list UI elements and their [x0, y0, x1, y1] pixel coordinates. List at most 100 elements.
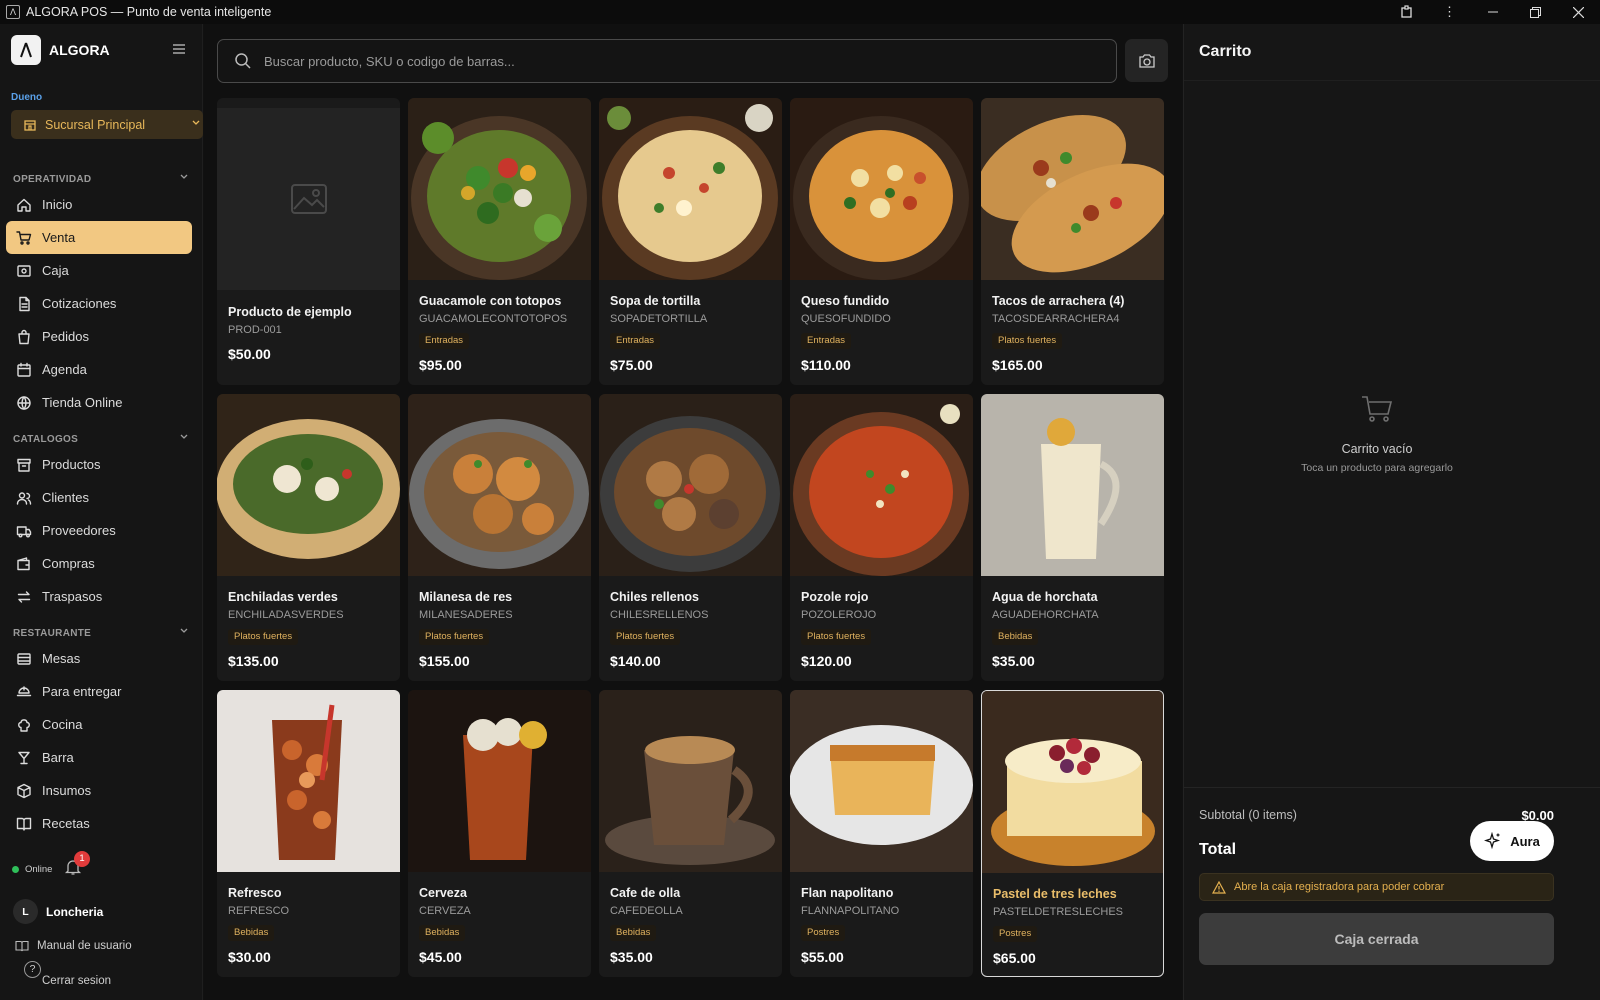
- category-badge: Bebidas: [228, 925, 275, 941]
- sidebar-item-caja[interactable]: Caja: [6, 254, 192, 287]
- product-price: $50.00: [228, 346, 271, 362]
- box-icon: [17, 783, 31, 798]
- sidebar-item-label: Clientes: [42, 490, 89, 505]
- product-price: $75.00: [610, 357, 653, 373]
- product-price: $95.00: [419, 357, 462, 373]
- camera-scan-button[interactable]: [1125, 39, 1168, 82]
- sidebar-item-label: Para entregar: [42, 684, 122, 699]
- product-card[interactable]: Cerveza CERVEZA Bebidas $45.00: [408, 690, 591, 977]
- sidebar-item-tienda-online[interactable]: Tienda Online: [6, 386, 192, 419]
- sidebar-item-inicio[interactable]: Inicio: [6, 188, 192, 221]
- sidebar-item-proveedores[interactable]: Proveedores: [6, 514, 192, 547]
- product-card[interactable]: Sopa de tortilla SOPADETORTILLA Entradas $7…: [599, 98, 782, 385]
- section-catalogos[interactable]: CATALOGOS: [13, 434, 189, 445]
- aura-assistant-button[interactable]: Aura: [1470, 821, 1554, 861]
- sidebar-item-agenda[interactable]: Agenda: [6, 353, 192, 386]
- more-options-icon[interactable]: ⋮: [1428, 0, 1471, 24]
- warning-icon: [1212, 880, 1226, 894]
- product-image: [599, 394, 782, 576]
- product-name: Chiles rellenos: [610, 590, 699, 604]
- product-sku: REFRESCO: [228, 905, 290, 917]
- product-image: [790, 690, 973, 872]
- sidebar-item-insumos[interactable]: Insumos: [6, 774, 192, 807]
- table-icon: [17, 652, 31, 665]
- sidebar-item-label: Productos: [42, 457, 101, 472]
- product-card[interactable]: Pastel de tres leches PASTELDETRESLECHES P…: [981, 690, 1164, 977]
- product-price: $155.00: [419, 653, 470, 669]
- sidebar-item-cocina[interactable]: Cocina: [6, 708, 192, 741]
- product-card[interactable]: Enchiladas verdes ENCHILADASVERDES Platos …: [217, 394, 400, 681]
- product-image: [981, 98, 1164, 280]
- chef-hat-icon: [18, 718, 30, 732]
- product-card[interactable]: Flan napolitano FLANNAPOLITANO Postres $55.…: [790, 690, 973, 977]
- brand[interactable]: ALGORA: [11, 35, 110, 65]
- minimize-button[interactable]: [1471, 0, 1514, 24]
- product-image: [217, 690, 400, 872]
- product-card[interactable]: Tacos de arrachera (4) TACOSDEARRACHERA4 P…: [981, 98, 1164, 385]
- sidebar-item-para-entregar[interactable]: Para entregar: [6, 675, 192, 708]
- sidebar-item-barra[interactable]: Barra: [6, 741, 192, 774]
- category-badge: Platos fuertes: [992, 333, 1063, 349]
- book-icon: [15, 940, 29, 952]
- search-input[interactable]: [264, 53, 1084, 69]
- branch-selector[interactable]: Sucursal Principal: [11, 110, 203, 139]
- cart-icon: [16, 230, 32, 245]
- document-icon: [19, 296, 30, 311]
- sidebar-item-label: Proveedores: [42, 523, 116, 538]
- sidebar-item-pedidos[interactable]: Pedidos: [6, 320, 192, 353]
- product-card[interactable]: Milanesa de res MILANESADERES Platos fuert…: [408, 394, 591, 681]
- product-sku: FLANNAPOLITANO: [801, 905, 900, 917]
- camera-icon: [1138, 53, 1155, 68]
- online-dot: [12, 866, 19, 873]
- sidebar-item-venta[interactable]: Venta: [6, 221, 192, 254]
- section-operatividad[interactable]: OPERATIVIDAD: [13, 174, 189, 185]
- product-name: Guacamole con totopos: [419, 294, 562, 308]
- sidebar-item-label: Barra: [42, 750, 74, 765]
- user-profile[interactable]: L Loncheria: [13, 899, 103, 924]
- product-card[interactable]: Queso fundido QUESOFUNDIDO Entradas $110.00: [790, 98, 973, 385]
- sidebar-item-cotizaciones[interactable]: Cotizaciones: [6, 287, 192, 320]
- sidebar-item-mesas[interactable]: Mesas: [6, 642, 192, 675]
- sidebar-item-traspasos[interactable]: Traspasos: [6, 580, 192, 613]
- product-card[interactable]: Agua de horchata AGUADEHORCHATA Bebidas $35…: [981, 394, 1164, 681]
- cart-divider: [1184, 80, 1600, 81]
- product-card[interactable]: Chiles rellenos CHILESRELLENOS Platos fuer…: [599, 394, 782, 681]
- subtotal-label: Subtotal (0 items): [1199, 808, 1297, 822]
- category-badge: Postres: [993, 926, 1038, 942]
- book-icon: [16, 817, 32, 831]
- product-card[interactable]: Refresco REFRESCO Bebidas $30.00: [217, 690, 400, 977]
- product-image: [981, 394, 1164, 576]
- sidebar-item-recetas[interactable]: Recetas: [6, 807, 192, 840]
- menu-toggle-icon[interactable]: [172, 42, 194, 60]
- sidebar-item-clientes[interactable]: Clientes: [6, 481, 192, 514]
- chevron-down-icon: [180, 628, 188, 633]
- category-badge: Postres: [801, 925, 846, 941]
- product-price: $165.00: [992, 357, 1043, 373]
- connection-status: Online: [12, 864, 52, 875]
- sidebar-item-compras[interactable]: Compras: [6, 547, 192, 580]
- restore-button[interactable]: [1514, 0, 1557, 24]
- close-button[interactable]: [1557, 0, 1600, 24]
- product-card[interactable]: Cafe de olla CAFEDEOLLA Bebidas $35.00: [599, 690, 782, 977]
- sidebar-item-label: Tienda Online: [42, 395, 123, 410]
- logout-link[interactable]: Cerrar sesion: [42, 975, 111, 987]
- product-card[interactable]: Producto de ejemplo PROD-001 $50.00: [217, 98, 400, 385]
- section-restaurante[interactable]: RESTAURANTE: [13, 628, 189, 639]
- user-manual-link[interactable]: Manual de usuario: [15, 940, 132, 952]
- product-name: Cerveza: [419, 886, 467, 900]
- product-sku: PASTELDETRESLECHES: [993, 906, 1124, 918]
- sidebar-item-label: Caja: [42, 263, 69, 278]
- product-image: [599, 98, 782, 280]
- help-icon[interactable]: ?: [24, 961, 41, 978]
- pay-button[interactable]: Caja cerrada: [1199, 913, 1554, 965]
- product-price: $120.00: [801, 653, 852, 669]
- sidebar-item-productos[interactable]: Productos: [6, 448, 192, 481]
- product-card[interactable]: Guacamole con totopos GUACAMOLECONTOTOPOS…: [408, 98, 591, 385]
- product-name: Producto de ejemplo: [228, 305, 352, 319]
- globe-icon: [17, 395, 31, 410]
- extensions-icon[interactable]: [1385, 0, 1428, 24]
- empty-cart-icon: [1362, 396, 1393, 422]
- product-image: [408, 98, 591, 280]
- search-bar[interactable]: [217, 39, 1117, 83]
- product-card[interactable]: Pozole rojo POZOLEROJO Platos fuertes $120.…: [790, 394, 973, 681]
